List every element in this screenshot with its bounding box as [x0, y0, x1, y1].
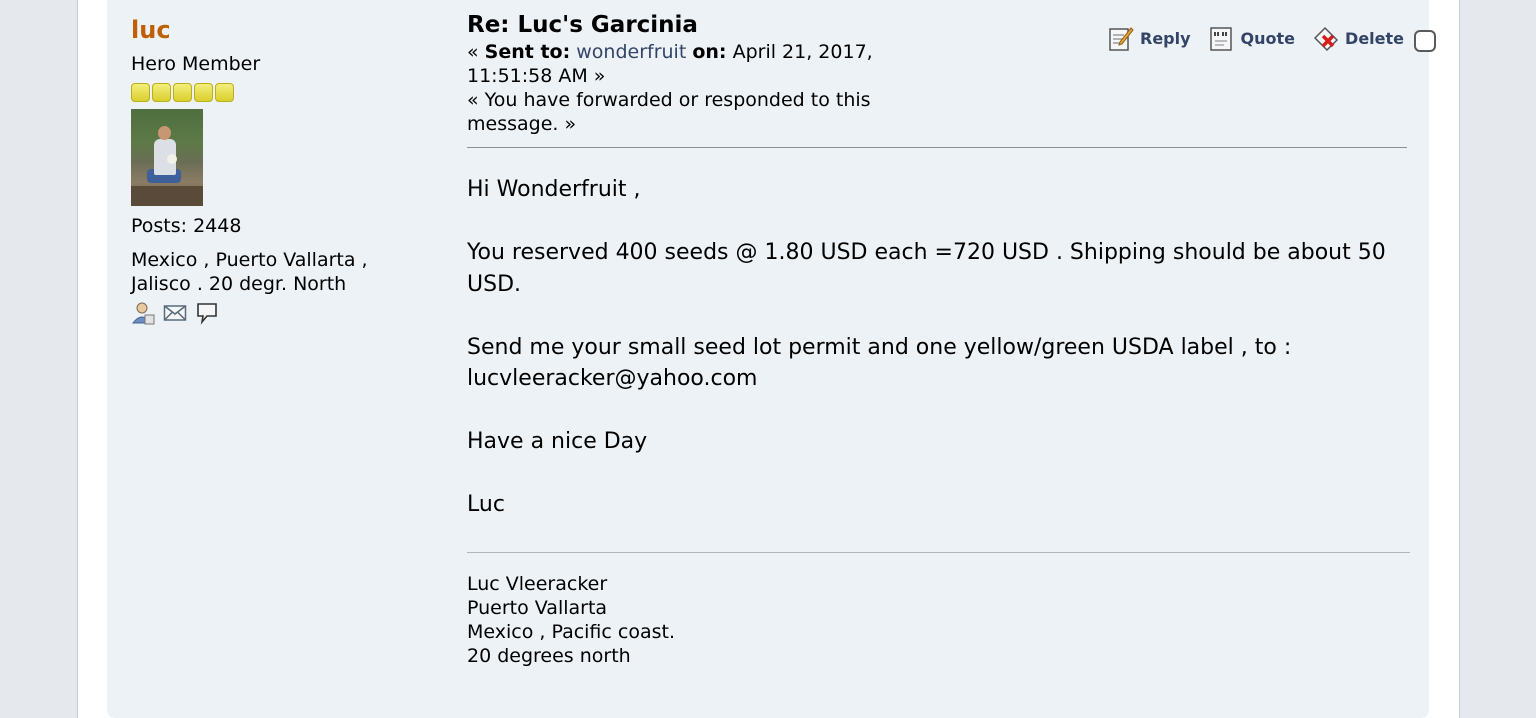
signature-divider: [467, 552, 1410, 553]
quote-button[interactable]: Quote: [1209, 24, 1295, 52]
star-icon: [194, 83, 213, 102]
signature-line: Puerto Vallarta: [467, 597, 608, 619]
message-actions: Reply Quote Delete: [1108, 24, 1436, 52]
signature-line: Luc Vleeracker: [467, 573, 608, 595]
delete-label: Delete: [1345, 28, 1404, 48]
star-icon: [215, 83, 234, 102]
personal-message-icon[interactable]: [195, 301, 219, 325]
delete-icon: [1313, 26, 1339, 52]
body-paragraph: You reserved 400 seeds @ 1.80 USD each =…: [467, 240, 1386, 297]
quote-icon: [1209, 27, 1232, 51]
reply-label: Reply: [1140, 28, 1191, 48]
body-paragraph: Luc: [467, 492, 505, 517]
signature-line: Mexico , Pacific coast.: [467, 621, 675, 643]
poster-info: luc Hero Member Posts: 2448 Mexico , Pue…: [131, 14, 431, 325]
body-paragraph: Send me your small seed lot permit and o…: [467, 334, 1292, 392]
reply-icon: [1109, 27, 1134, 51]
profile-icon[interactable]: [131, 301, 155, 325]
poster-location: Mexico , Puerto Vallarta , Jalisco . 20 …: [131, 249, 368, 295]
signature: Luc Vleeracker Puerto Vallarta Mexico , …: [467, 572, 675, 668]
poster-icons: [131, 301, 431, 325]
on-label: on:: [692, 41, 727, 63]
star-icon: [173, 83, 192, 102]
meta-prefix: «: [467, 41, 485, 63]
message-body: Hi Wonderfruit , You reserved 400 seeds …: [467, 174, 1412, 552]
star-icon: [152, 83, 171, 102]
body-paragraph: Hi Wonderfruit ,: [467, 177, 641, 202]
quote-label: Quote: [1240, 28, 1296, 48]
post-count: Posts: 2448: [131, 215, 242, 237]
select-checkbox[interactable]: [1414, 30, 1436, 52]
rank-stars: [131, 83, 431, 103]
sent-to-label: Sent to:: [484, 41, 571, 63]
divider: [467, 147, 1407, 148]
body-paragraph: Have a nice Day: [467, 429, 648, 454]
signature-line: 20 degrees north: [467, 645, 631, 667]
recipient-link[interactable]: wonderfruit: [576, 41, 686, 63]
reply-button[interactable]: Reply: [1108, 24, 1191, 52]
forwarded-note: « You have forwarded or responded to thi…: [467, 89, 871, 135]
email-icon[interactable]: [163, 301, 187, 325]
star-icon: [131, 83, 150, 102]
message-meta: « Sent to: wonderfruit on: April 21, 201…: [467, 40, 907, 88]
poster-name-link[interactable]: luc: [131, 14, 431, 46]
delete-button[interactable]: Delete: [1313, 24, 1404, 52]
member-title: Hero Member: [131, 53, 261, 75]
avatar[interactable]: [131, 109, 203, 206]
